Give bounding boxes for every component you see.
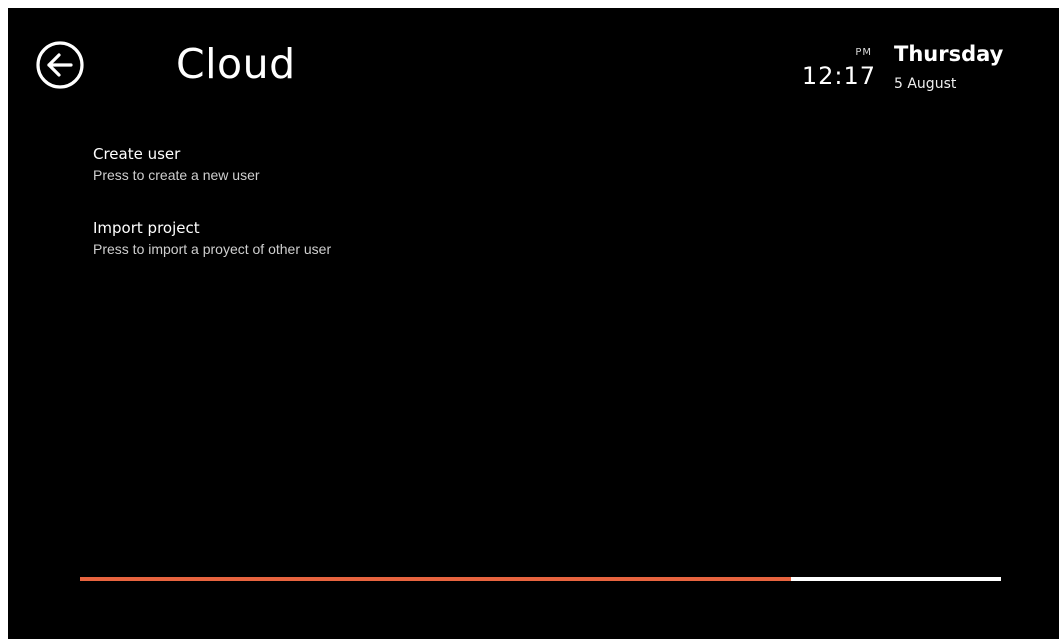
menu-item-description: Press to import a proyect of other user [93, 241, 332, 257]
menu-item-import-project[interactable]: Import project Press to import a proyect… [93, 219, 513, 267]
menu-item-create-user[interactable]: Create user Press to create a new user [93, 145, 513, 193]
progress-bar [80, 577, 1001, 581]
menu-item-description: Press to create a new user [93, 167, 260, 183]
page-title: Cloud [176, 40, 296, 88]
clock-time: 12:17 [801, 62, 876, 90]
back-button[interactable] [35, 40, 85, 90]
clock-ampm: PM [855, 47, 872, 58]
progress-bar-fill [80, 577, 791, 581]
menu-item-title: Import project [93, 219, 200, 237]
clock-date: 5 August [894, 76, 957, 92]
arrow-left-circle-icon [36, 41, 84, 89]
menu-item-title: Create user [93, 145, 181, 163]
cloud-screen: Cloud PM 12:17 Thursday 5 August Create … [8, 8, 1059, 639]
clock-day: Thursday [894, 42, 1004, 66]
